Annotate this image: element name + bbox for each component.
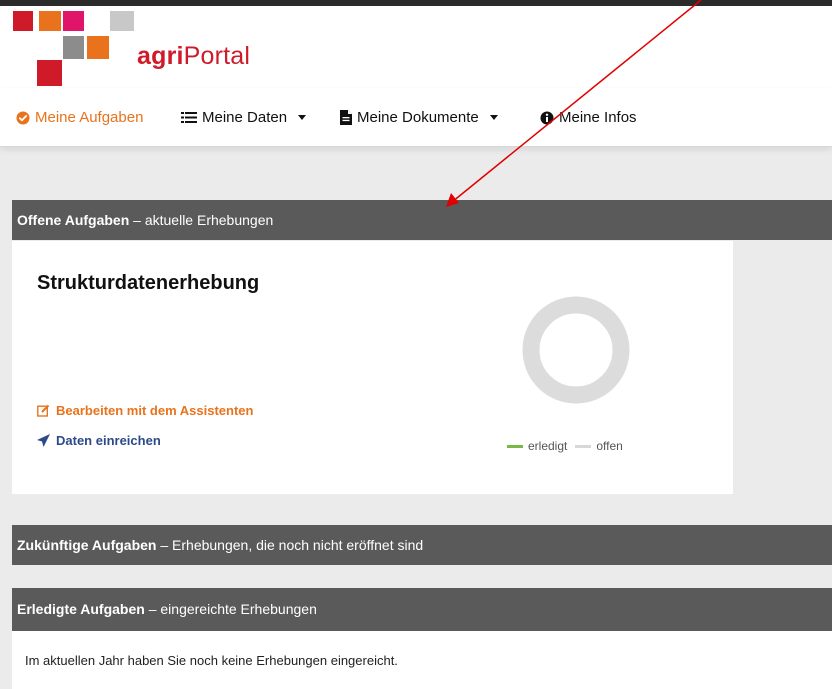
brand-prefix: agri — [137, 42, 184, 70]
nav-item-meine-dokumente[interactable]: Meine Dokumente — [340, 109, 498, 126]
agriportal-logo[interactable] — [0, 6, 140, 88]
section-subtitle: – aktuelle Erhebungen — [133, 212, 274, 228]
legend-swatch-offen — [575, 444, 592, 448]
nav-item-label: Meine Daten — [202, 109, 288, 126]
section-header-erledigte-aufgaben: Erledigte Aufgaben – eingereichte Erhebu… — [12, 588, 832, 631]
completed-tasks-info: Im aktuellen Jahr haben Sie noch keine E… — [12, 631, 832, 689]
brand-suffix: Portal — [183, 42, 251, 70]
section-subtitle: – Erhebungen, die noch nicht eröffnet si… — [160, 537, 424, 553]
document-icon — [340, 110, 352, 125]
nav-item-label: Meine Aufgaben — [35, 109, 144, 126]
edit-link-label: Bearbeiten mit dem Assistenten — [56, 403, 254, 418]
header: agriPortal — [0, 6, 832, 88]
nav-item-meine-infos[interactable]: Meine Infos — [540, 109, 637, 126]
brand-name[interactable]: agriPortal — [137, 42, 250, 71]
submit-data-link[interactable]: Daten einreichen — [37, 433, 161, 448]
section-subtitle: – eingereichte Erhebungen — [148, 601, 317, 617]
section-title: Erledigte Aufgaben — [17, 601, 145, 617]
nav-item-label: Meine Dokumente — [357, 109, 479, 126]
donut-legend: erledigt offen — [507, 439, 623, 453]
edit-with-assistant-link[interactable]: Bearbeiten mit dem Assistenten — [37, 403, 253, 418]
main-nav: Meine Aufgaben Meine Daten Meine Dokumen… — [0, 88, 832, 147]
donut-open-segment — [522, 296, 630, 404]
info-circle-icon — [540, 111, 554, 124]
chevron-down-icon — [298, 115, 307, 120]
edit-icon — [37, 404, 50, 417]
nav-item-label: Meine Infos — [559, 109, 637, 126]
section-header-zukuenftige-aufgaben: Zukünftige Aufgaben – Erhebungen, die no… — [12, 525, 832, 565]
legend-label-erledigt: erledigt — [528, 439, 568, 453]
legend-swatch-erledigt — [507, 444, 523, 448]
section-title: Zukünftige Aufgaben — [17, 537, 157, 553]
nav-item-meine-aufgaben[interactable]: Meine Aufgaben — [16, 109, 143, 126]
task-card: Strukturdatenerhebung Bearbeiten mit dem… — [12, 241, 733, 494]
submit-link-label: Daten einreichen — [56, 433, 161, 448]
check-circle-icon — [16, 111, 30, 124]
no-submissions-text: Im aktuellen Jahr haben Sie noch keine E… — [25, 653, 398, 668]
section-header-offene-aufgaben: Offene Aufgaben – aktuelle Erhebungen — [12, 200, 832, 240]
nav-item-meine-daten[interactable]: Meine Daten — [181, 109, 307, 126]
paper-plane-icon — [37, 434, 50, 447]
legend-label-offen: offen — [596, 439, 623, 453]
list-icon — [181, 112, 197, 123]
progress-donut-chart — [522, 296, 630, 404]
task-title: Strukturdatenerhebung — [37, 272, 260, 294]
chevron-down-icon — [489, 115, 498, 120]
section-title: Offene Aufgaben — [17, 212, 130, 228]
